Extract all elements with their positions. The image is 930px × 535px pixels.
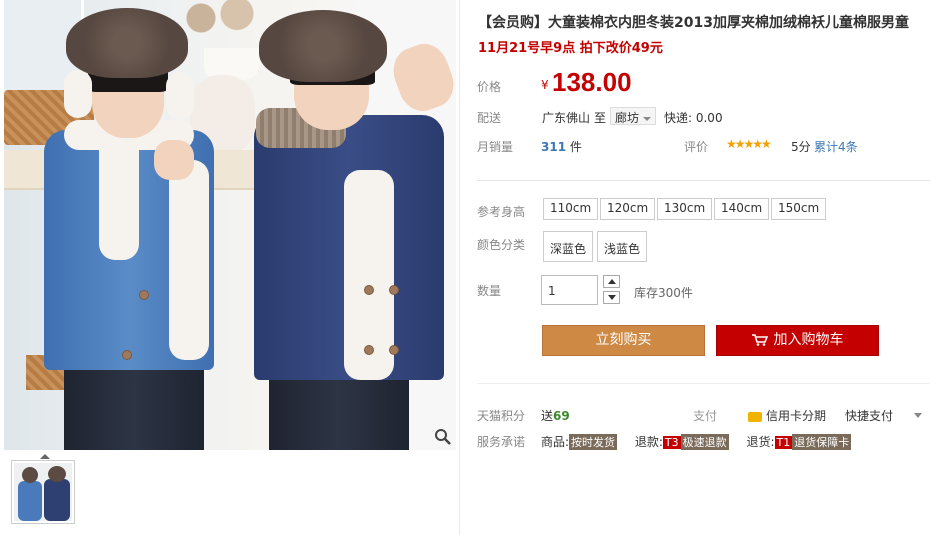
- shipping-to-word: 至: [594, 111, 607, 125]
- thumbnail-1[interactable]: [11, 460, 75, 524]
- size-option-150[interactable]: 150cm: [771, 198, 827, 220]
- service-refund-prefix: 退款:: [634, 435, 663, 449]
- size-option-140[interactable]: 140cm: [714, 198, 770, 220]
- rating-score: 5分: [791, 140, 811, 154]
- quick-pay[interactable]: 快捷支付: [845, 407, 893, 424]
- rating-stars: ★★★★★: [726, 137, 772, 151]
- add-to-cart-button[interactable]: 加入购物车: [716, 325, 879, 356]
- credit-card-installment[interactable]: 信用卡分期: [748, 407, 826, 424]
- price-label: 价格: [477, 80, 502, 94]
- points-value: 69: [553, 409, 570, 423]
- service-return-prefix: 退货:: [746, 435, 775, 449]
- add-to-cart-label: 加入购物车: [773, 332, 844, 348]
- shipping-fee: 快递: 0.00: [664, 111, 723, 125]
- sales-label: 月销量: [477, 140, 514, 154]
- shipping-label: 配送: [477, 111, 502, 125]
- thumbnail-image: [14, 463, 72, 521]
- zoom-icon[interactable]: [434, 428, 452, 446]
- service-refund-tag[interactable]: 极速退款: [680, 434, 729, 450]
- product-page: 【会员购】大童装棉衣内胆冬装2013加厚夹棉加绒棉袄儿童棉服男童 11月21号早…: [0, 0, 930, 535]
- service-return-tag[interactable]: 退货保障卡: [792, 434, 852, 450]
- size-option-120[interactable]: 120cm: [600, 198, 656, 220]
- quantity-input[interactable]: 1: [541, 275, 598, 305]
- service-goods-tag[interactable]: 按时发货: [569, 434, 618, 450]
- chevron-down-icon[interactable]: [914, 413, 922, 418]
- payment-label: 支付: [693, 409, 718, 423]
- service-label: 服务承诺: [477, 435, 526, 449]
- stock-count: 库存300件: [634, 286, 693, 300]
- points-prefix: 送: [541, 409, 554, 423]
- quantity-decrease-button[interactable]: [603, 291, 620, 304]
- credit-card-icon: [748, 411, 762, 422]
- sales-unit: 件: [569, 140, 582, 154]
- sales-count: 311: [541, 140, 567, 154]
- tmall-points-label: 天猫积分: [477, 409, 526, 423]
- service-return-code: T1: [774, 436, 793, 449]
- color-option-dark-blue[interactable]: 深蓝色: [543, 231, 594, 262]
- service-goods-prefix: 商品:: [541, 435, 570, 449]
- price-value: 138.00: [552, 67, 632, 97]
- product-main-photo[interactable]: [4, 0, 456, 450]
- color-option-light-blue[interactable]: 浅蓝色: [597, 231, 648, 262]
- size-option-130[interactable]: 130cm: [657, 198, 713, 220]
- divider: [477, 180, 930, 181]
- service-commitments: 商品: 按时发货 退款: T3 极速退款 退货: T1 退货保障卡: [541, 433, 852, 450]
- quantity-label: 数量: [477, 284, 502, 298]
- tmall-points: 送69: [541, 407, 570, 424]
- credit-card-label: 信用卡分期: [766, 409, 827, 423]
- sales-value: 311 件: [541, 138, 582, 155]
- service-refund-code: T3: [662, 436, 681, 449]
- size-label: 参考身高: [477, 205, 526, 219]
- shipping-from: 广东佛山: [542, 111, 591, 125]
- shipping-destination-value: 廊坊: [615, 111, 640, 125]
- chevron-down-icon: [643, 116, 652, 121]
- cart-icon: [751, 334, 768, 346]
- reviews-link[interactable]: 累计4条: [814, 138, 858, 155]
- column-divider: [459, 0, 460, 535]
- rating-label: 评价: [684, 140, 709, 154]
- promo-text: 11月21号早9点 拍下改价49元: [478, 41, 663, 56]
- price-currency: ¥: [541, 78, 549, 92]
- quantity-increase-button[interactable]: [603, 275, 620, 288]
- product-title: 【会员购】大童装棉衣内胆冬装2013加厚夹棉加绒棉袄儿童棉服男童: [478, 15, 909, 31]
- buy-now-button[interactable]: 立刻购买: [542, 325, 705, 356]
- divider-bottom: [477, 383, 930, 384]
- color-label: 颜色分类: [477, 238, 526, 252]
- size-option-110[interactable]: 110cm: [543, 198, 599, 220]
- shipping-destination-select[interactable]: 廊坊: [610, 107, 657, 125]
- thumbnail-pointer: [40, 454, 50, 459]
